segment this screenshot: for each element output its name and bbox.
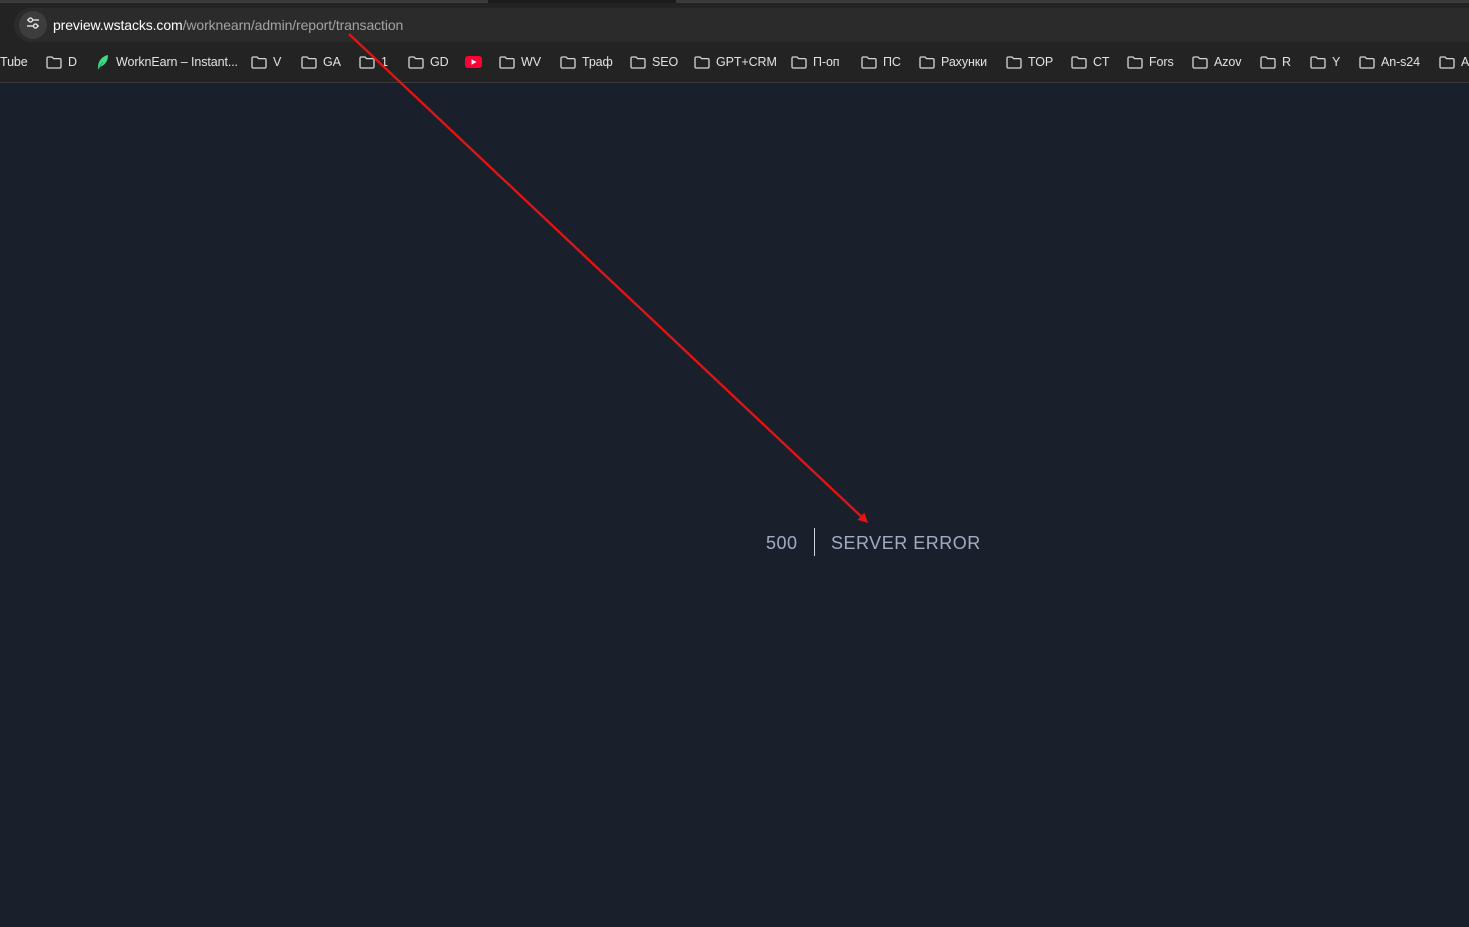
bookmark-label: An-s24 bbox=[1381, 55, 1421, 69]
bookmark-folder-a[interactable]: A bbox=[1439, 50, 1469, 74]
folder-icon bbox=[1192, 55, 1208, 69]
bookmark-folder-gd[interactable]: GD bbox=[408, 50, 449, 74]
folder-icon bbox=[1439, 55, 1455, 69]
bookmark-folder-azov[interactable]: Azov bbox=[1192, 50, 1241, 74]
folder-icon bbox=[791, 55, 807, 69]
folder-icon bbox=[861, 55, 877, 69]
bookmark-folder-rakhunky[interactable]: Рахунки bbox=[919, 50, 987, 74]
bookmark-label: Траф bbox=[582, 55, 613, 69]
folder-icon bbox=[1071, 55, 1087, 69]
error-divider bbox=[814, 528, 815, 556]
site-info-button[interactable] bbox=[19, 11, 47, 39]
bookmark-label: Fors bbox=[1149, 55, 1174, 69]
bookmark-folder-gpt-crm[interactable]: GPT+CRM bbox=[694, 50, 777, 74]
folder-icon bbox=[499, 55, 515, 69]
bookmark-folder-ps[interactable]: ПС bbox=[861, 50, 901, 74]
bookmark-label: TOP bbox=[1028, 55, 1054, 69]
error-page: 500 SERVER ERROR bbox=[0, 83, 1469, 927]
bookmark-youtube[interactable] bbox=[465, 50, 488, 74]
folder-icon bbox=[1006, 55, 1022, 69]
bookmark-label: GD bbox=[430, 55, 449, 69]
bookmark-label: WV bbox=[521, 55, 541, 69]
bookmark-folder-wv[interactable]: WV bbox=[499, 50, 541, 74]
address-bar[interactable]: preview.wstacks.com/worknearn/admin/repo… bbox=[14, 8, 1469, 42]
error-message: SERVER ERROR bbox=[831, 533, 981, 553]
bookmark-folder-y[interactable]: Y bbox=[1310, 50, 1340, 74]
url-domain: preview.wstacks.com bbox=[53, 17, 183, 33]
bookmark-folder-r[interactable]: R bbox=[1260, 50, 1291, 74]
leaf-icon bbox=[97, 55, 108, 70]
bookmark-label: Tube bbox=[0, 55, 28, 69]
bookmark-label: A bbox=[1461, 55, 1469, 69]
bookmark-folder-ct[interactable]: CT bbox=[1071, 50, 1110, 74]
bookmark-folder-traf[interactable]: Траф bbox=[560, 50, 613, 74]
bookmark-label: Y bbox=[1332, 55, 1341, 69]
bookmark-folder-d[interactable]: D bbox=[46, 50, 77, 74]
bookmark-label: SEO bbox=[652, 55, 679, 69]
folder-icon bbox=[919, 55, 935, 69]
folder-icon bbox=[1359, 55, 1375, 69]
bookmark-label: D bbox=[68, 55, 77, 69]
url-path: /worknearn/admin/report/transaction bbox=[182, 17, 404, 33]
bookmark-label: GPT+CRM bbox=[716, 55, 777, 69]
tune-icon bbox=[26, 16, 40, 35]
bookmark-folder-p-op[interactable]: П-оп bbox=[791, 50, 840, 74]
bookmark-worknearn[interactable]: WorknEarn – Instant... bbox=[96, 50, 238, 74]
tab-strip bbox=[0, 0, 1469, 3]
bookmark-label: CT bbox=[1093, 55, 1110, 69]
bookmark-youtube-partial[interactable]: Tube bbox=[0, 50, 28, 74]
bookmark-label: WorknEarn – Instant... bbox=[116, 55, 238, 69]
bookmark-folder-an-s24[interactable]: An-s24 bbox=[1359, 50, 1420, 74]
folder-icon bbox=[359, 55, 375, 69]
folder-icon bbox=[46, 55, 62, 69]
folder-icon bbox=[560, 55, 576, 69]
bookmark-folder-seo[interactable]: SEO bbox=[630, 50, 678, 74]
browser-chrome: preview.wstacks.com/worknearn/admin/repo… bbox=[0, 0, 1469, 83]
folder-icon bbox=[1127, 55, 1143, 69]
bookmark-folder-1[interactable]: 1 bbox=[359, 50, 388, 74]
bookmark-label: R bbox=[1282, 55, 1291, 69]
error-code: 500 bbox=[766, 533, 798, 553]
url-text[interactable]: preview.wstacks.com/worknearn/admin/repo… bbox=[53, 17, 403, 33]
folder-icon bbox=[694, 55, 710, 69]
bookmark-folder-top[interactable]: TOP bbox=[1006, 50, 1053, 74]
folder-icon bbox=[630, 55, 646, 69]
bookmarks-bar: Tube D WorknEarn – Instant... V GA 1 GD bbox=[0, 50, 1469, 74]
bookmark-label: V bbox=[273, 55, 282, 69]
folder-icon bbox=[301, 55, 317, 69]
youtube-icon bbox=[465, 56, 482, 68]
bookmark-label: ПС bbox=[883, 55, 901, 69]
bookmark-label: 1 bbox=[381, 55, 388, 69]
folder-icon bbox=[251, 55, 267, 69]
bookmark-folder-ga[interactable]: GA bbox=[301, 50, 341, 74]
bookmark-folder-v[interactable]: V bbox=[251, 50, 281, 74]
bookmark-label: Azov bbox=[1214, 55, 1242, 69]
bookmark-label: П-оп bbox=[813, 55, 840, 69]
folder-icon bbox=[1310, 55, 1326, 69]
bookmark-label: GA bbox=[323, 55, 341, 69]
bookmark-folder-fors[interactable]: Fors bbox=[1127, 50, 1174, 74]
folder-icon bbox=[1260, 55, 1276, 69]
folder-icon bbox=[408, 55, 424, 69]
bookmark-label: Рахунки bbox=[941, 55, 988, 69]
